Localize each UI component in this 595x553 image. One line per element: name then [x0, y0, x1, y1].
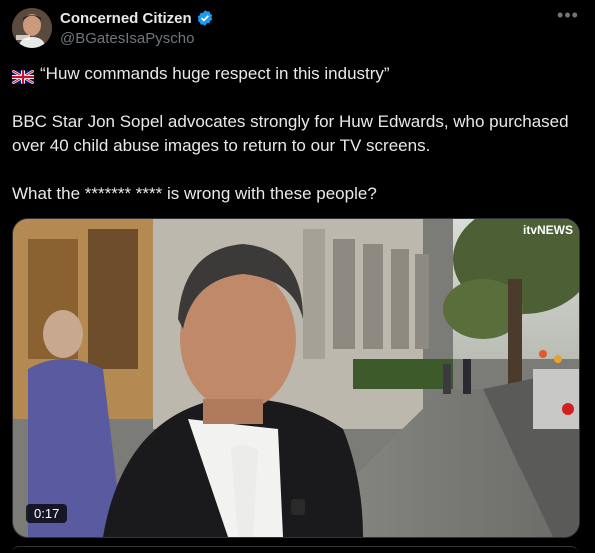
quote-line: “Huw commands huge respect in this indus… — [11, 62, 390, 86]
tweet-question: What the ******* **** is wrong with thes… — [12, 184, 377, 203]
tweet-card[interactable]: Concerned Citizen @BGatesIsaPyscho ••• “… — [0, 0, 595, 551]
video-duration-badge: 0:17 — [26, 504, 68, 523]
display-name[interactable]: Concerned Citizen — [60, 10, 192, 27]
avatar[interactable] — [12, 8, 52, 48]
itv-news-watermark: itvNEWS — [522, 223, 573, 237]
video-player[interactable]: itvNEWS 0:17 — [12, 218, 580, 538]
uk-flag-icon — [11, 67, 35, 85]
tweet-paragraph: BBC Star Jon Sopel advocates strongly fo… — [12, 112, 569, 155]
next-card-edge — [12, 546, 578, 553]
more-options-icon[interactable]: ••• — [556, 6, 580, 30]
verified-badge-icon — [196, 9, 214, 27]
user-handle[interactable]: @BGatesIsaPyscho — [60, 30, 194, 47]
video-frame — [13, 219, 579, 537]
author-name-row[interactable]: Concerned Citizen — [60, 9, 214, 27]
quote-text: “Huw commands huge respect in this indus… — [40, 64, 390, 83]
